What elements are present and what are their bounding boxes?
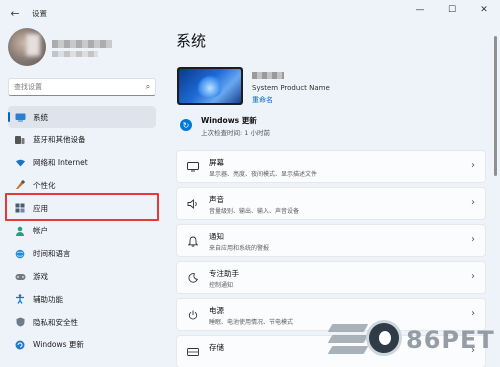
- card-title: 电源: [209, 306, 224, 315]
- avatar: [8, 28, 46, 66]
- sidebar-item-privacy[interactable]: 隐私和安全性: [8, 311, 156, 333]
- sidebar-item-accessibility[interactable]: 辅助功能: [8, 288, 156, 310]
- sidebar-item-label: 隐私和安全性: [33, 317, 78, 327]
- sidebar-item-label: 时间和语言: [33, 249, 71, 259]
- system-icon: [14, 111, 26, 123]
- sidebar-item-network[interactable]: 网络和 Internet: [8, 152, 156, 174]
- card-subtitle: 控制通知: [209, 282, 234, 289]
- chevron-right-icon: ›: [471, 197, 475, 208]
- card-focus-assist[interactable]: 专注助手 控制通知 ›: [176, 261, 486, 294]
- device-name-blurred: [252, 72, 284, 79]
- sidebar-item-label: 网络和 Internet: [33, 158, 88, 168]
- wifi-icon: [14, 157, 26, 169]
- sidebar-item-system[interactable]: 系统: [8, 106, 156, 128]
- sidebar-item-bluetooth[interactable]: 蓝牙和其他设备: [8, 129, 156, 151]
- update-icon: [14, 339, 26, 351]
- chevron-right-icon: ›: [471, 271, 475, 282]
- sidebar-nav: 系统 蓝牙和其他设备 网络和 Internet 个性化 应用 帐户 时间和语言 …: [8, 106, 156, 357]
- sidebar-item-label: 帐户: [33, 226, 48, 236]
- sidebar-item-label: 辅助功能: [33, 294, 63, 304]
- card-subtitle: 显示器、亮度、夜间模式、显示描述文件: [209, 171, 318, 178]
- card-subtitle: 音量级别、输出、输入、声音设备: [209, 208, 300, 215]
- card-subtitle: 来自应用和系统的警报: [209, 245, 270, 252]
- sidebar-item-label: 游戏: [33, 272, 48, 282]
- monitor-icon: [186, 160, 200, 174]
- moon-icon: [186, 271, 200, 285]
- device-thumbnail: [177, 67, 243, 105]
- maximize-icon[interactable]: ☐: [436, 0, 468, 20]
- window-controls: — ☐ ✕: [404, 0, 500, 20]
- sidebar-item-label: Windows 更新: [33, 340, 84, 350]
- gaming-icon: [14, 271, 26, 283]
- watermark-text: 86PET: [406, 326, 495, 354]
- card-title: 声音: [209, 195, 224, 204]
- search-box[interactable]: 查找设置 ⌕: [8, 78, 156, 96]
- sidebar-item-gaming[interactable]: 游戏: [8, 266, 156, 288]
- bell-icon: [186, 234, 200, 248]
- windows-update-title: Windows 更新: [201, 116, 257, 125]
- account-icon: [14, 225, 26, 237]
- card-title: 通知: [209, 232, 224, 241]
- windows-update-subtitle: 上次检查时间: 1 小时前: [201, 129, 270, 137]
- profile-name-blurred: [52, 40, 112, 48]
- chevron-right-icon: ›: [471, 234, 475, 245]
- sidebar-item-label: 系统: [33, 112, 48, 122]
- card-title: 专注助手: [209, 269, 239, 278]
- storage-icon: [186, 345, 200, 359]
- close-icon[interactable]: ✕: [468, 0, 500, 20]
- update-icon: ↻: [180, 119, 192, 131]
- profile-email-blurred: [52, 51, 98, 57]
- scrollbar[interactable]: [494, 36, 497, 176]
- user-profile[interactable]: [8, 28, 158, 68]
- sidebar-item-time-language[interactable]: 时间和语言: [8, 243, 156, 265]
- card-title: 存储: [209, 343, 224, 352]
- card-title: 屏幕: [209, 158, 224, 167]
- back-arrow-icon[interactable]: ←: [4, 2, 26, 24]
- card-notifications[interactable]: 通知 来自应用和系统的警报 ›: [176, 224, 486, 257]
- accessibility-icon: [14, 293, 26, 305]
- search-icon: ⌕: [145, 82, 151, 91]
- layers-icon: [327, 324, 370, 358]
- watermark-circle-icon: [366, 320, 402, 356]
- card-subtitle: 睡眠、电池使用情况、节电模式: [209, 319, 294, 326]
- speaker-icon: [186, 197, 200, 211]
- sidebar-item-label: 蓝牙和其他设备: [33, 135, 86, 145]
- app-title: 设置: [32, 8, 47, 18]
- globe-icon: [14, 248, 26, 260]
- rename-link[interactable]: 重命名: [252, 95, 273, 105]
- sidebar-item-accounts[interactable]: 帐户: [8, 220, 156, 242]
- page-title: 系统: [176, 32, 207, 50]
- chevron-right-icon: ›: [471, 160, 475, 171]
- sidebar-item-label: 个性化: [33, 180, 56, 190]
- minimize-icon[interactable]: —: [404, 0, 436, 20]
- search-placeholder: 查找设置: [14, 83, 42, 91]
- card-display[interactable]: 屏幕 显示器、亮度、夜间模式、显示描述文件 ›: [176, 150, 486, 183]
- bluetooth-icon: [14, 134, 26, 146]
- title-bar: ← 设置 — ☐ ✕: [0, 0, 500, 26]
- device-model: System Product Name: [252, 84, 330, 92]
- windows-update-status[interactable]: ↻ Windows 更新 上次检查时间: 1 小时前: [178, 114, 378, 138]
- sidebar-item-windows-update[interactable]: Windows 更新: [8, 334, 156, 356]
- personalization-icon: [14, 179, 26, 191]
- annotation-highlight-box: [5, 193, 159, 221]
- watermark-logo: 86PET: [327, 318, 500, 367]
- power-icon: [186, 308, 200, 322]
- card-sound[interactable]: 声音 音量级别、输出、输入、声音设备 ›: [176, 187, 486, 220]
- shield-icon: [14, 316, 26, 328]
